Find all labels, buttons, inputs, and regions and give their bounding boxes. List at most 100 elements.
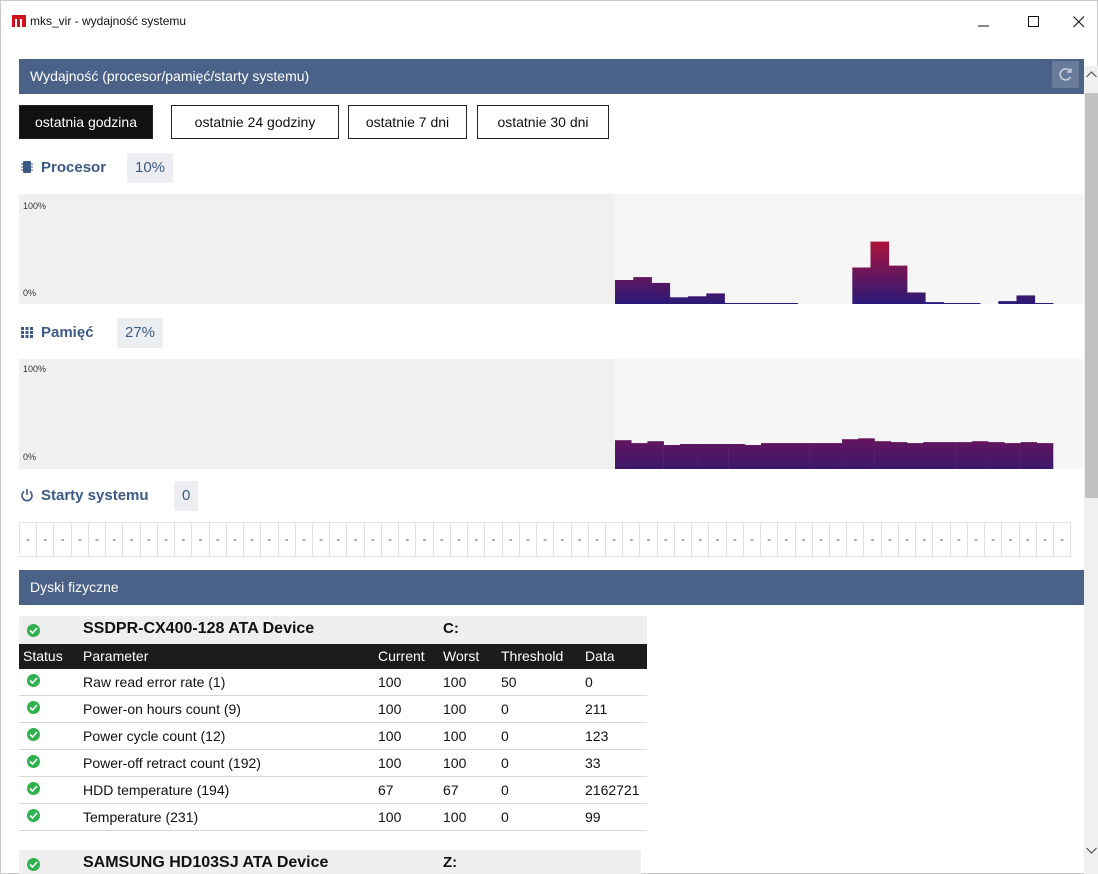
data-cell: 99 (585, 809, 601, 825)
parameter-cell: HDD temperature (194) (83, 782, 230, 798)
boot-slot: - (605, 522, 624, 557)
column-header-data: Data (585, 648, 615, 664)
memory-bar (874, 441, 892, 469)
boot-slot: - (674, 522, 693, 557)
boot-slot: - (312, 522, 331, 557)
smart-table-header: Status Parameter Current Worst Threshold… (19, 644, 647, 669)
memory-bar (744, 445, 762, 469)
boot-slot: - (175, 522, 193, 557)
memory-bar (647, 441, 664, 469)
minimize-button[interactable] (965, 9, 1005, 35)
table-row: Power cycle count (12) 100 100 0 123 (19, 723, 647, 750)
boot-slot: - (433, 522, 451, 557)
memory-bar (955, 442, 973, 469)
data-cell: 123 (585, 728, 609, 744)
memory-bar (793, 443, 810, 469)
current-cell: 67 (378, 782, 394, 798)
boot-slot: - (19, 522, 38, 557)
memory-bar (712, 444, 729, 469)
boot-slot: - (192, 522, 210, 557)
memory-bar (663, 445, 681, 469)
maximize-icon (1028, 16, 1039, 27)
cpu-bar (1034, 303, 1054, 304)
memory-bar (890, 442, 908, 469)
scroll-up-button[interactable] (1084, 66, 1098, 83)
boot-slot: - (1019, 522, 1037, 557)
current-cell: 100 (378, 809, 402, 825)
refresh-button[interactable] (1052, 61, 1079, 88)
boot-slot: - (347, 522, 365, 557)
cpu-bar (998, 301, 1017, 304)
worst-cell: 100 (443, 809, 467, 825)
data-cell: 211 (585, 701, 608, 717)
worst-cell: 100 (443, 755, 467, 771)
threshold-cell: 0 (501, 755, 509, 771)
range-last-24h-button[interactable]: ostatnie 24 godziny (171, 105, 339, 139)
boot-slot: - (226, 522, 245, 557)
disk-card: SSDPR-CX400-128 ATA Device C: Status Par… (19, 616, 647, 831)
boot-slot: - (967, 522, 986, 557)
window-title: mks_vir - wydajność systemu (30, 14, 187, 28)
cpu-bar (943, 303, 963, 304)
cpu-bar (633, 277, 652, 304)
boot-slot: - (1002, 522, 1020, 557)
close-button[interactable] (1060, 9, 1098, 35)
cpu-bar (724, 303, 744, 304)
boot-slot: - (554, 522, 572, 557)
boot-slot: - (726, 522, 744, 557)
scrollbar-thumb[interactable] (1085, 93, 1098, 498)
smart-table-body: Raw read error rate (1) 100 100 50 0 Power-on… (19, 669, 647, 831)
power-icon (21, 489, 33, 502)
memory-grid-icon (21, 327, 33, 338)
memory-bar (907, 443, 924, 469)
vertical-scrollbar[interactable] (1084, 66, 1098, 874)
boots-value-badge: 0 (174, 481, 199, 511)
boot-slot: - (640, 522, 658, 557)
boot-slot: - (1036, 522, 1055, 557)
boot-slot: - (399, 522, 417, 557)
data-cell: 0 (585, 674, 593, 690)
boot-slot: - (157, 522, 176, 557)
range-last-hour-button[interactable]: ostatnia godzina (19, 105, 153, 139)
check-circle-icon (27, 858, 40, 871)
check-circle-icon (27, 755, 40, 768)
memory-bar (1036, 443, 1054, 469)
column-header-current: Current (378, 648, 425, 664)
disks-header-title: Dyski fizyczne (30, 579, 119, 595)
column-header-worst: Worst (443, 648, 480, 664)
disks-header: Dyski fizyczne (19, 570, 1084, 605)
boot-slot: - (761, 522, 779, 557)
scroll-down-button[interactable] (1084, 842, 1098, 859)
memory-chart-plot (615, 438, 1054, 469)
boot-slot: - (519, 522, 538, 557)
boot-slot: - (278, 522, 296, 557)
table-row: HDD temperature (194) 67 67 0 2162721 (19, 777, 647, 804)
range-last-7d-button[interactable]: ostatnie 7 dni (348, 105, 467, 139)
boot-slot: - (416, 522, 434, 557)
cpu-bar (852, 267, 871, 304)
cpu-bar (615, 280, 634, 304)
title-bar[interactable]: mks_vir - wydajność systemu (1, 1, 1097, 41)
memory-bar (615, 440, 632, 469)
column-header-parameter: Parameter (83, 648, 149, 664)
boot-slot: - (140, 522, 158, 557)
performance-header-title: Wydajność (procesor/pamięć/starty system… (30, 68, 310, 84)
maximize-button[interactable] (1015, 9, 1055, 35)
threshold-cell: 50 (501, 674, 517, 690)
chevron-down-icon (1086, 847, 1097, 854)
cpu-bar (761, 303, 780, 304)
boots-timeline: ----------------------------------------… (19, 522, 1072, 557)
main-content: Wydajność (procesor/pamięć/starty system… (1, 41, 1084, 874)
boot-slot: - (537, 522, 555, 557)
boot-slot: - (485, 522, 503, 557)
check-circle-icon (27, 728, 40, 741)
boot-slot: - (692, 522, 710, 557)
memory-bar (858, 438, 875, 469)
column-header-status: Status (23, 648, 63, 664)
parameter-cell: Raw read error rate (1) (83, 674, 226, 690)
disk-drive-letter: Z: (443, 854, 458, 871)
current-cell: 100 (378, 701, 402, 717)
threshold-cell: 0 (501, 809, 509, 825)
table-row: Raw read error rate (1) 100 100 50 0 (19, 669, 647, 696)
range-last-30d-button[interactable]: ostatnie 30 dni (477, 105, 609, 139)
